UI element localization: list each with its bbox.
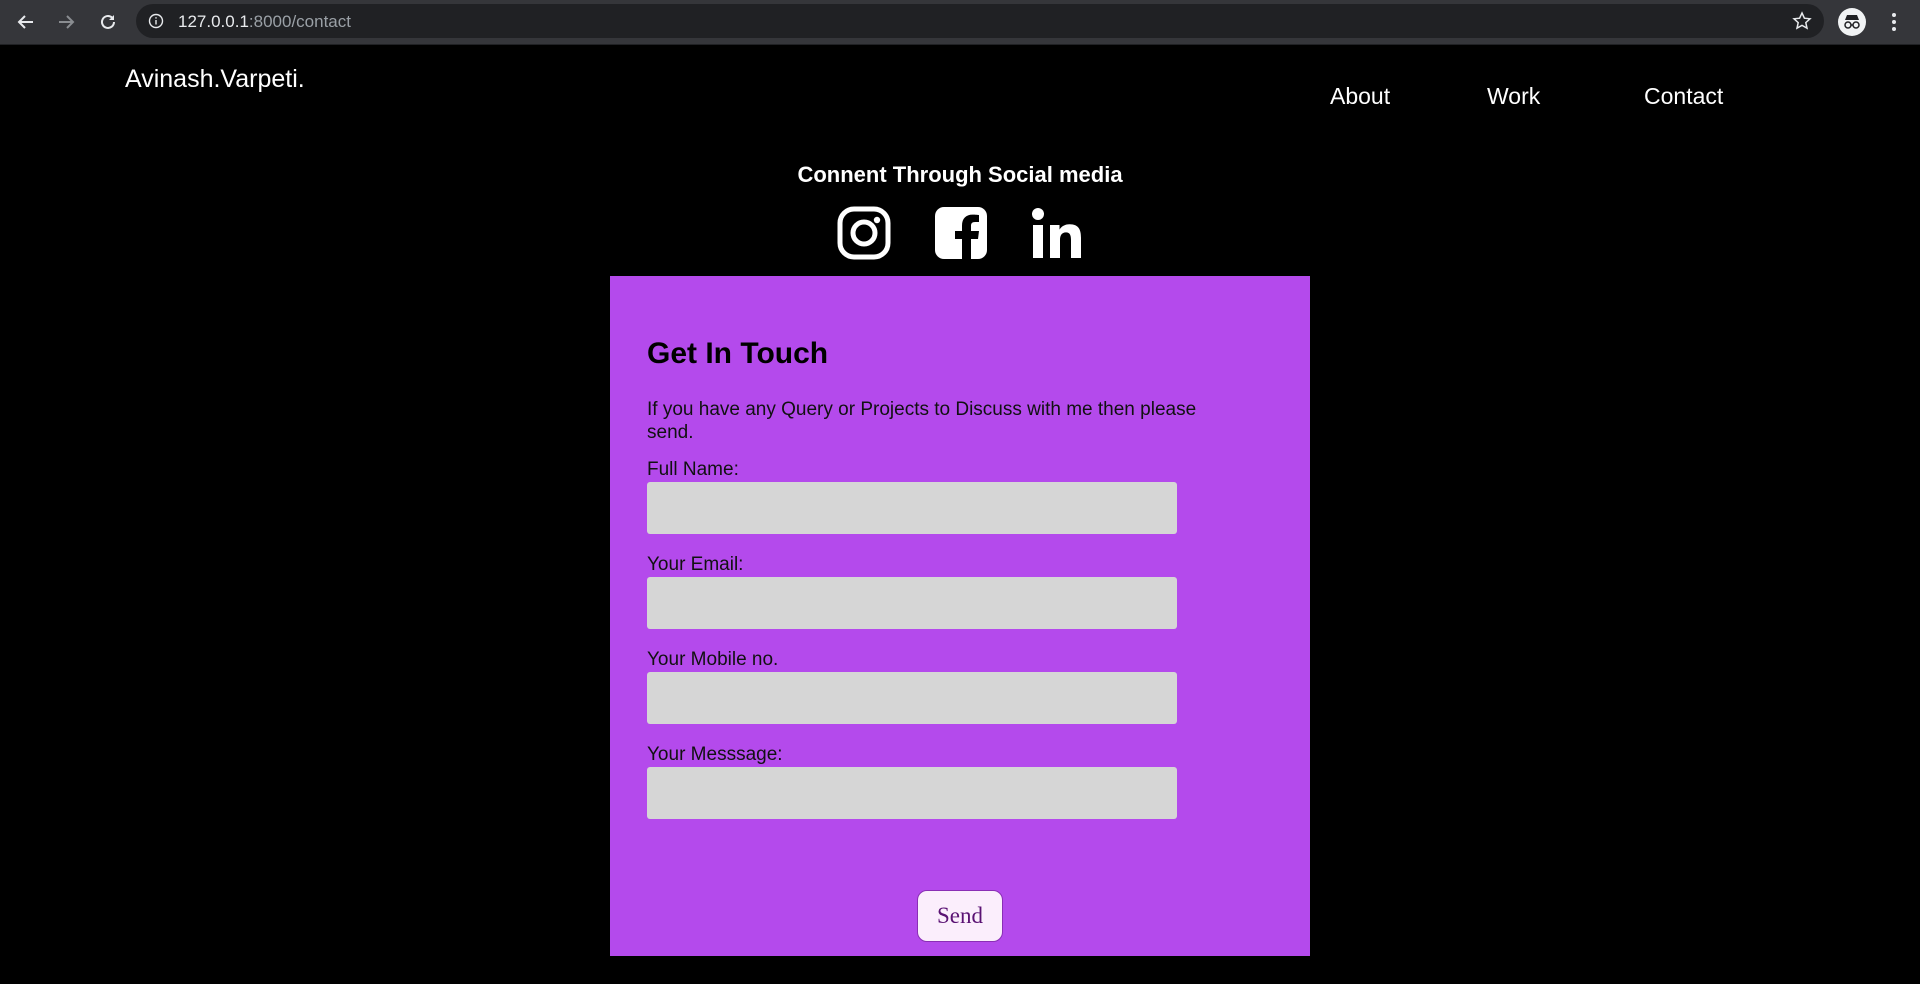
nav-link-about[interactable]: About bbox=[1330, 83, 1390, 110]
more-menu-icon[interactable] bbox=[1882, 10, 1906, 34]
send-button[interactable]: Send bbox=[917, 890, 1003, 942]
site-logo[interactable]: Avinash.Varpeti. bbox=[125, 65, 305, 94]
browser-toolbar: 127.0.0.1:8000/contact bbox=[0, 0, 1920, 45]
message-label: Your Messsage: bbox=[647, 744, 783, 765]
instagram-icon[interactable] bbox=[836, 205, 892, 261]
info-icon[interactable] bbox=[148, 13, 164, 29]
social-icons bbox=[836, 205, 1086, 261]
nav-link-work[interactable]: Work bbox=[1487, 83, 1540, 110]
full-name-label: Full Name: bbox=[647, 459, 739, 480]
back-icon[interactable] bbox=[14, 10, 38, 34]
page: Avinash.Varpeti. About Work Contact Conn… bbox=[0, 45, 1920, 984]
mobile-input[interactable] bbox=[647, 672, 1177, 724]
contact-title: Get In Touch bbox=[647, 337, 829, 370]
social-title: Connent Through Social media bbox=[797, 162, 1123, 187]
url-text: 127.0.0.1:8000/contact bbox=[178, 12, 351, 31]
bookmark-star-icon[interactable] bbox=[1792, 11, 1812, 31]
contact-intro: If you have any Query or Projects to Dis… bbox=[647, 399, 1197, 443]
reload-icon[interactable] bbox=[96, 10, 120, 34]
mobile-label: Your Mobile no. bbox=[647, 649, 779, 670]
full-name-input[interactable] bbox=[647, 482, 1177, 534]
email-label: Your Email: bbox=[647, 554, 744, 575]
address-bar[interactable]: 127.0.0.1:8000/contact bbox=[136, 4, 1824, 38]
linkedin-icon[interactable] bbox=[1030, 205, 1086, 261]
facebook-icon[interactable] bbox=[933, 205, 989, 261]
email-input[interactable] bbox=[647, 577, 1177, 629]
incognito-icon[interactable] bbox=[1838, 8, 1866, 36]
message-input[interactable] bbox=[647, 767, 1177, 819]
forward-icon[interactable] bbox=[54, 10, 78, 34]
nav-link-contact[interactable]: Contact bbox=[1644, 83, 1723, 110]
contact-card: Get In Touch If you have any Query or Pr… bbox=[610, 276, 1310, 956]
